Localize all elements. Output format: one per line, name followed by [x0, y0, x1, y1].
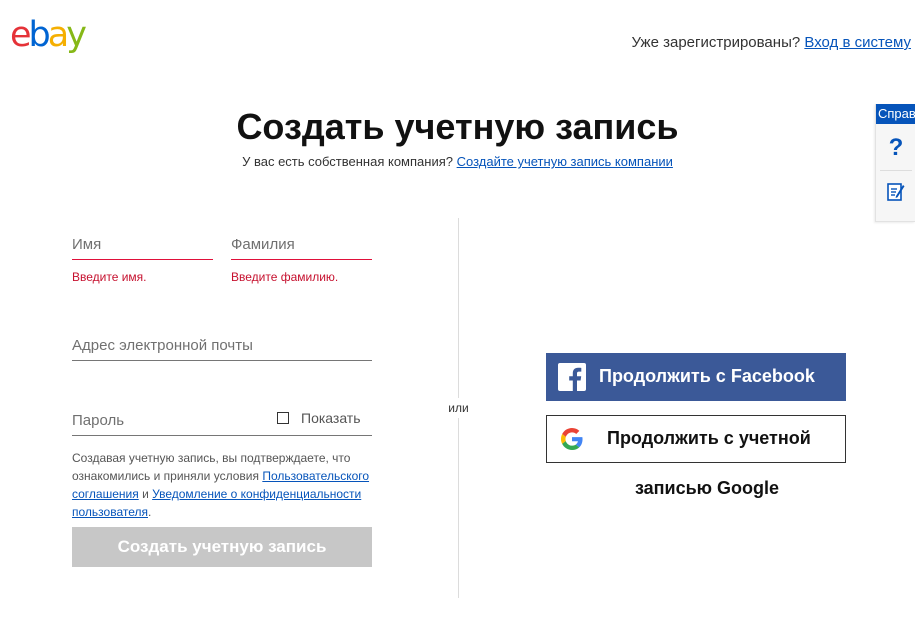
- first-name-error: Введите имя.: [72, 270, 147, 284]
- signin-prompt: Уже зарегистрированы? Вход в систему: [632, 34, 911, 51]
- email-input[interactable]: [72, 337, 372, 354]
- password-input[interactable]: [72, 412, 262, 429]
- google-icon: [561, 428, 583, 455]
- first-name-field: [72, 236, 213, 260]
- signin-link[interactable]: Вход в систему: [804, 34, 911, 51]
- terms-and: и: [142, 487, 149, 501]
- email-field: [72, 337, 372, 361]
- help-tab[interactable]: Справка: [876, 104, 915, 124]
- signin-prompt-text: Уже зарегистрированы?: [631, 34, 801, 51]
- logo-letter-b: b: [28, 15, 51, 55]
- create-account-button[interactable]: Создать учетную запись: [72, 527, 372, 567]
- last-name-input[interactable]: [231, 236, 372, 253]
- feedback-icon[interactable]: [876, 182, 915, 207]
- google-button[interactable]: Продолжить с учетной: [546, 415, 846, 463]
- google-button-label: Продолжить с учетной: [607, 428, 811, 448]
- show-password-label: Показать: [301, 410, 361, 426]
- show-password-toggle[interactable]: Показать: [277, 410, 361, 426]
- terms-notice: Создавая учетную запись, вы подтверждает…: [72, 451, 370, 519]
- google-button-label-line2: записью Google: [634, 478, 780, 498]
- page-title: Создать учетную запись: [236, 106, 679, 147]
- logo-letter-e: e: [10, 15, 31, 55]
- ebay-logo[interactable]: ebay: [10, 15, 87, 55]
- help-panel-divider: [880, 170, 912, 171]
- last-name-error: Введите фамилию.: [231, 270, 339, 284]
- question-icon[interactable]: ?: [876, 134, 915, 162]
- business-prompt-text: У вас есть собственная компания?: [242, 154, 453, 169]
- last-name-field: [231, 236, 372, 260]
- facebook-icon: [558, 363, 586, 391]
- facebook-button-label: Продолжить с Facebook: [599, 366, 815, 386]
- help-panel: Справка ?: [875, 104, 915, 222]
- or-label: или: [443, 398, 474, 418]
- logo-letter-y: y: [66, 15, 87, 55]
- business-prompt: У вас есть собственная компания? Создайт…: [0, 154, 915, 169]
- show-password-checkbox[interactable]: [277, 412, 289, 424]
- logo-letter-a: a: [47, 15, 70, 55]
- business-account-link[interactable]: Создайте учетную запись компании: [457, 154, 673, 169]
- first-name-input[interactable]: [72, 236, 213, 253]
- facebook-button[interactable]: Продолжить с Facebook: [546, 353, 846, 401]
